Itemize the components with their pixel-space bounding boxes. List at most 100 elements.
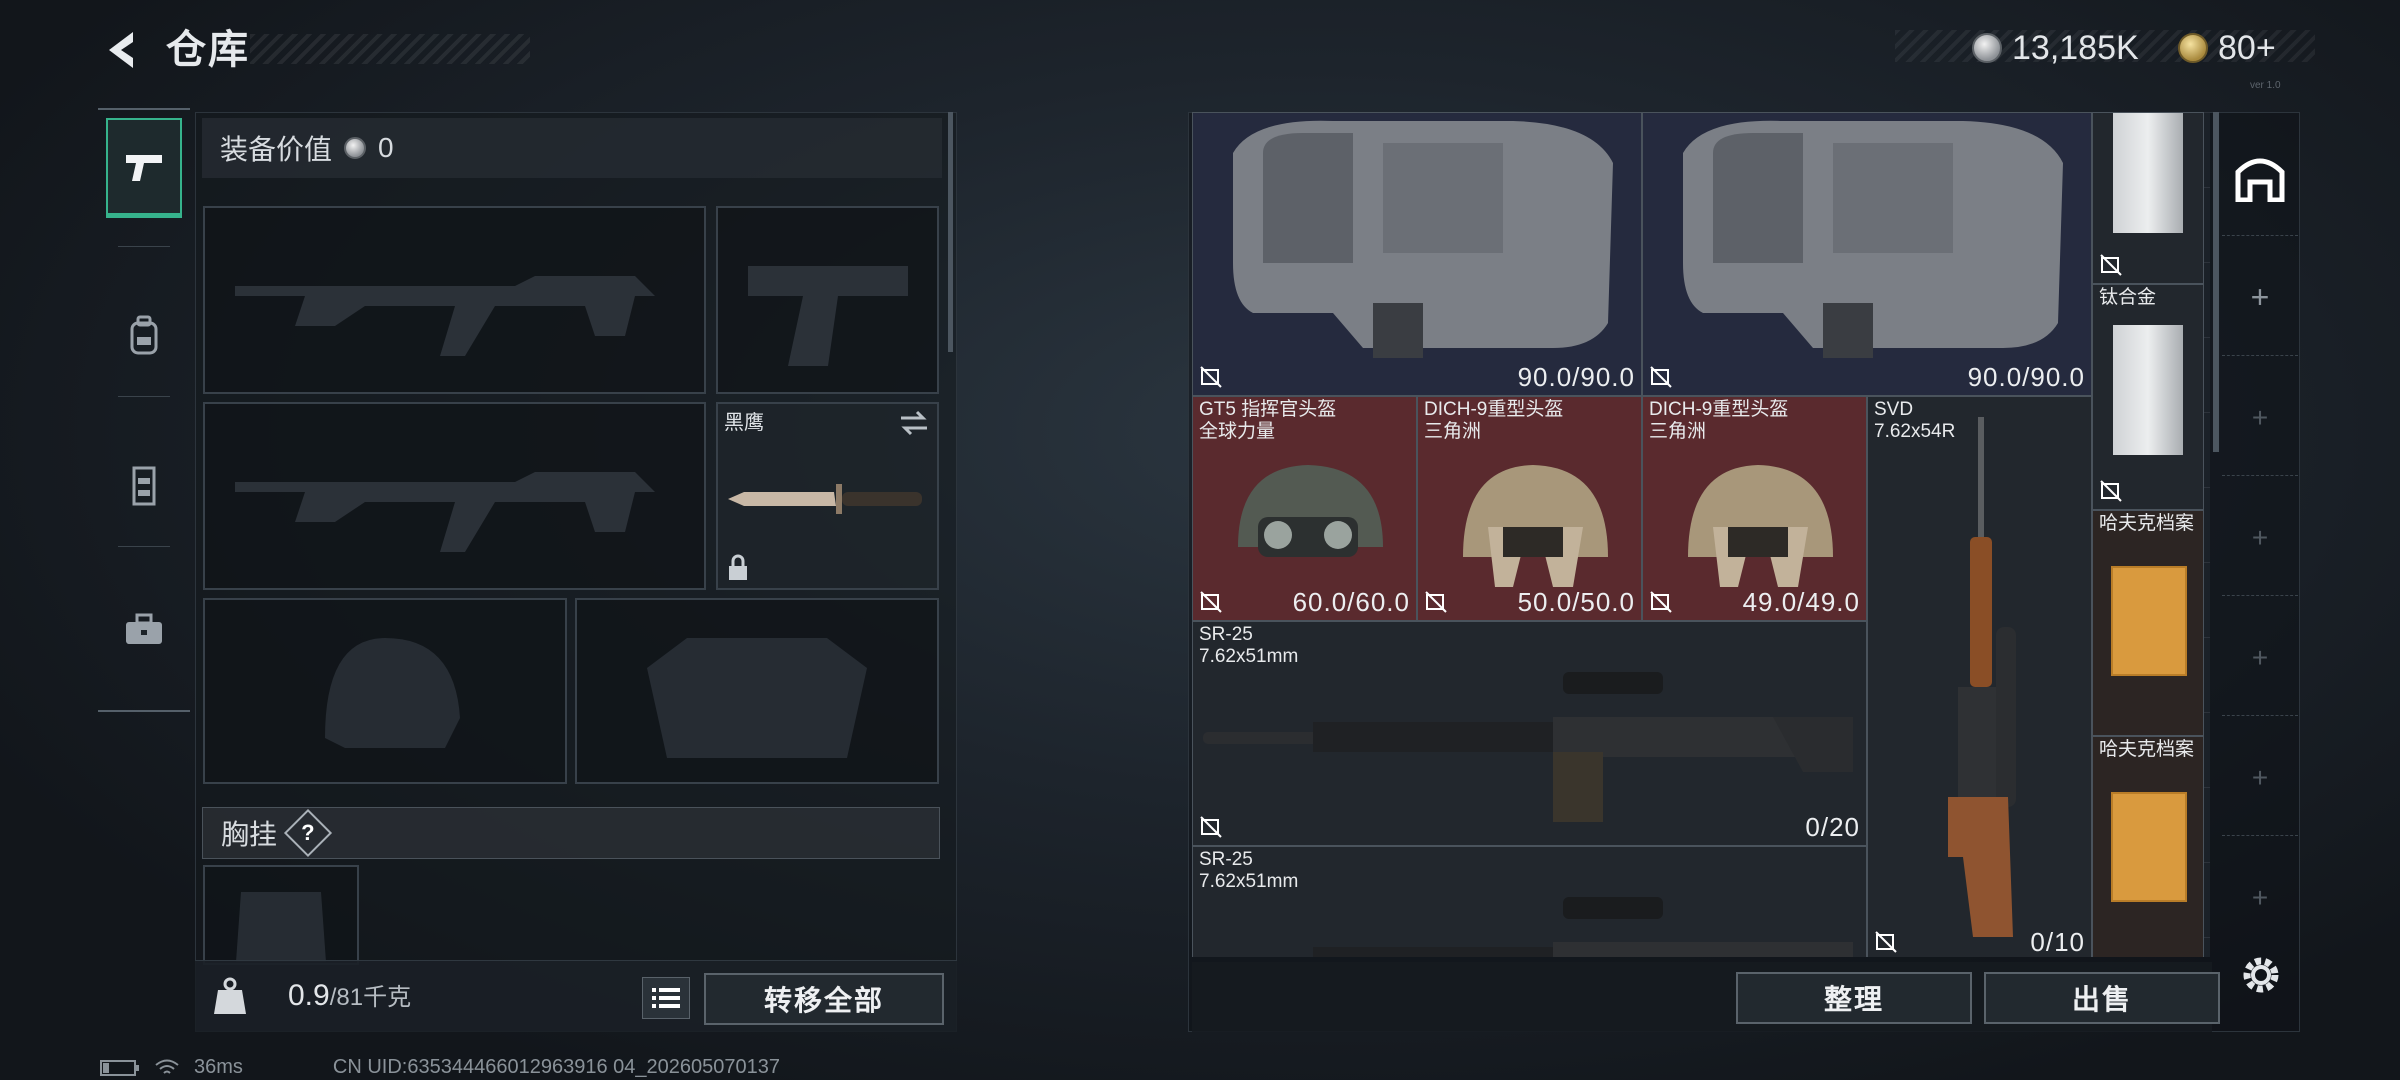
user-uid: CN UID:635344466012963916 04_20260507013…	[332, 1056, 780, 1078]
plus-icon: +	[2251, 641, 2269, 673]
nav-divider	[118, 396, 170, 397]
title-decoration	[250, 34, 530, 64]
stash-item-sr25[interactable]: SR-25 7.62x51mm 0/20	[1192, 621, 1867, 846]
stash-home-tab[interactable]	[2222, 120, 2298, 236]
no-transfer-icon	[2100, 254, 2122, 276]
item-faction: 三角洲	[1649, 421, 1707, 442]
page-title: 仓库	[166, 28, 250, 72]
equip-value-header: 装备价值 0	[202, 118, 942, 178]
melee-item-name: 黑鹰	[724, 412, 764, 434]
plus-icon: +	[2251, 521, 2269, 553]
ammo-count: 0/20	[1805, 812, 1860, 842]
secondary-weapon-slot[interactable]	[203, 402, 706, 590]
stash-item-sr25[interactable]: SR-25 7.62x51mm	[1192, 846, 1867, 957]
melee-slot[interactable]: 黑鹰	[716, 402, 939, 590]
vest-icon	[132, 466, 156, 506]
version-tag: ver 1.0	[2250, 80, 2281, 91]
nav-case-tab[interactable]	[106, 580, 182, 680]
helmet-slot[interactable]	[203, 598, 567, 784]
nav-weapons-tab[interactable]	[106, 118, 182, 218]
stash-scrollbar[interactable]	[2213, 112, 2219, 452]
durability-value: 90.0/90.0	[1517, 362, 1635, 392]
add-page-button[interactable]: +	[2222, 360, 2298, 476]
no-transfer-icon	[1650, 366, 1672, 388]
stash-item-helmet[interactable]: DICH-9重型头盔 三角洲 50.0/50.0	[1417, 396, 1642, 621]
status-bar: 36ms CN UID:635344466012963916 04_202605…	[100, 1056, 780, 1079]
stash-item-svd[interactable]: SVD 7.62x54R 0/10	[1867, 396, 2092, 957]
nav-divider	[118, 546, 170, 547]
back-button[interactable]	[96, 22, 146, 78]
weight-readout: 0.9/81千克	[288, 976, 411, 1018]
stash-item-document[interactable]: 哈夫克档案	[2092, 736, 2204, 957]
add-page-button[interactable]: +	[2222, 720, 2298, 836]
add-page-button[interactable]: +	[2222, 840, 2298, 956]
stash-item-document[interactable]: 哈夫克档案	[2092, 510, 2204, 736]
transfer-all-button[interactable]: 转移全部	[704, 973, 944, 1025]
item-title: SVD	[1874, 399, 1914, 420]
add-page-button[interactable]: +	[2222, 600, 2298, 716]
backpack-icon	[130, 315, 158, 355]
weight-max: /81千克	[329, 984, 412, 1011]
item-title: DICH-9重型头盔	[1649, 399, 1789, 420]
item-title: GT5 指挥官头盔	[1199, 399, 1337, 420]
weight-value: 0.9	[288, 979, 330, 1012]
back-arrow-icon	[109, 32, 133, 68]
no-transfer-icon	[1875, 931, 1897, 953]
stash-item-helmet[interactable]: DICH-9重型头盔 三角洲 49.0/49.0	[1642, 396, 1867, 621]
helmet-icon	[1463, 465, 1608, 587]
plus-icon: +	[2251, 401, 2269, 433]
ping-value: 36ms	[194, 1056, 243, 1078]
wifi-icon	[155, 1059, 179, 1074]
no-transfer-icon	[1200, 591, 1222, 613]
no-transfer-icon	[1200, 816, 1222, 838]
silver-coin-icon	[344, 137, 367, 159]
stash-item-titanium[interactable]: 钛合金	[2092, 284, 2204, 510]
armor-slot[interactable]	[575, 598, 939, 784]
armor-silhouette-icon	[647, 638, 867, 758]
durability-value: 49.0/49.0	[1742, 587, 1860, 617]
helmet-icon	[1238, 465, 1383, 557]
weight-kg-icon	[214, 977, 246, 1014]
add-page-button[interactable]: +	[2222, 240, 2298, 356]
chest-rig-slot[interactable]	[203, 865, 359, 965]
sort-button[interactable]: 整理	[1736, 972, 1972, 1024]
item-name: DICH-9重型头盔 三角洲	[1424, 399, 1563, 443]
item-faction: 全球力量	[1199, 421, 1276, 442]
rifle-silhouette-icon	[235, 276, 655, 356]
item-name: 哈夫克档案	[2099, 513, 2195, 534]
item-name: 钛合金	[2099, 287, 2157, 308]
lock-icon	[729, 554, 747, 580]
pistol-icon	[126, 154, 162, 181]
silver-amount: 13,185K	[2012, 28, 2139, 67]
item-faction: 三角洲	[1424, 421, 1482, 442]
settings-gear-icon[interactable]	[2236, 950, 2286, 1000]
silver-currency: 13,185K	[1972, 22, 2139, 74]
stash-item-armor[interactable]: 90.0/90.0	[1192, 112, 1642, 396]
equip-value-label: 装备价值	[220, 134, 333, 165]
help-icon-glyph: ?	[301, 819, 315, 845]
gold-currency[interactable]: 80+	[2178, 22, 2276, 74]
briefcase-icon	[126, 613, 162, 644]
no-transfer-icon	[1425, 591, 1447, 613]
stash-item-armor[interactable]: 90.0/90.0	[1642, 112, 2092, 396]
add-page-button[interactable]: +	[2222, 480, 2298, 596]
swap-icon[interactable]	[899, 410, 929, 436]
stash-item-titanium[interactable]	[2092, 112, 2204, 284]
nav-vest-tab[interactable]	[106, 436, 182, 536]
helmet-icon	[1688, 465, 1833, 587]
item-name: 哈夫克档案	[2099, 739, 2195, 760]
nav-backpack-tab[interactable]	[106, 286, 182, 386]
pistol-slot[interactable]	[716, 206, 939, 394]
primary-weapon-slot[interactable]	[203, 206, 706, 394]
chest-rig-header: 胸挂 ?	[202, 807, 940, 859]
no-transfer-icon	[1200, 366, 1222, 388]
warehouse-icon	[2235, 158, 2285, 202]
list-view-button[interactable]	[642, 977, 690, 1019]
stash-page-tabs: + + + + + +	[2222, 120, 2298, 920]
item-name: GT5 指挥官头盔 全球力量	[1199, 399, 1336, 443]
loadout-scrollbar[interactable]	[948, 112, 953, 352]
marksman-rifle-icon	[1313, 897, 1853, 957]
sell-button[interactable]: 出售	[1984, 972, 2220, 1024]
help-icon[interactable]: ?	[283, 808, 333, 858]
stash-item-helmet[interactable]: GT5 指挥官头盔 全球力量 60.0/60.0	[1192, 396, 1417, 621]
